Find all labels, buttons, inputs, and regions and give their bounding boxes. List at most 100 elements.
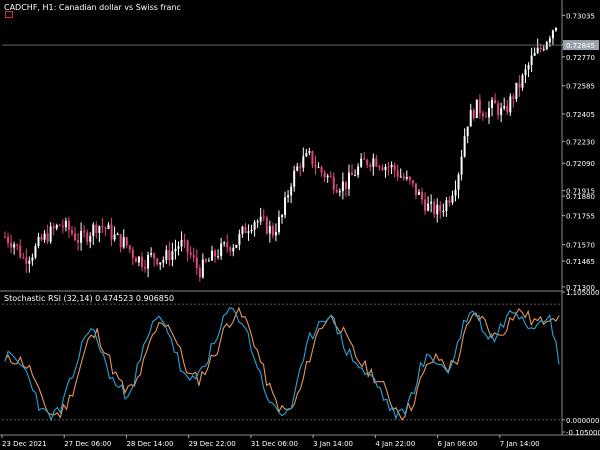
candle-body [107,224,110,229]
candle-body [10,242,13,248]
candle-body [147,254,150,269]
candle-body [259,216,262,222]
candle-body [527,64,530,70]
candle-body [338,191,341,193]
time-label: 6 Jan 06:00 [438,440,478,448]
candle-body [192,255,195,258]
candle-body [320,167,323,173]
indicator-label: 0.000000 [566,417,599,425]
candle-body [457,174,460,190]
candle-body [354,175,357,177]
candle-body [140,256,143,267]
time-label: 31 Dec 06:00 [251,440,298,448]
candle-body [250,229,253,232]
candle-body [61,225,64,228]
candle-body [16,244,19,246]
candle-body [52,226,55,229]
price-label: 0.72770 [566,54,595,62]
candle-body [49,226,52,242]
trading-chart-window[interactable]: 0.730350.728500.727700.725850.724050.722… [0,0,600,450]
candle-body [296,166,299,171]
candle-body [247,231,250,233]
candle-body [119,234,122,248]
candle-body [281,215,283,218]
candle-body [150,253,153,255]
candle-body [34,246,37,258]
candle-body [402,176,405,179]
candle-body [46,233,49,242]
candle-body [174,248,177,252]
candle-body [43,233,46,240]
candle-body [19,245,22,258]
candle-body [491,99,494,108]
price-label: 0.71465 [566,258,595,266]
time-label: 3 Jan 14:00 [313,440,353,448]
stochastic-rsi-lines [2,303,562,422]
candle-body [305,152,308,157]
candle-body [232,247,235,252]
candle-body [500,108,503,115]
candle-body [360,158,363,167]
candle-body [122,237,125,248]
candle-body [518,82,521,88]
candle-body [40,236,43,240]
candle-body [344,181,347,189]
candle-body [83,231,86,233]
candle-body [512,96,515,99]
candle-body [381,167,384,171]
candle-body [67,220,70,231]
candle-body [195,257,198,269]
candle-body [530,55,533,65]
candle-body [186,240,189,253]
candle-body [463,136,466,157]
candle-body [478,99,481,114]
candle-body [466,126,469,137]
candle-body [524,69,527,76]
candle-body [545,42,548,49]
candle-body [293,170,296,187]
candle-body [414,183,417,195]
candle-body [317,167,320,169]
candle-body [536,47,539,54]
candle-body [104,227,107,229]
candle-body [113,234,116,240]
candle-body [110,224,113,240]
candle-body [393,164,396,171]
candle-body [144,266,147,269]
candle-body [481,113,484,117]
candle-body [408,176,411,181]
candle-body [351,172,354,176]
trade-flag-icon[interactable] [5,11,13,18]
candle-body [268,226,271,234]
candle-body [277,217,280,233]
chart-canvas[interactable]: 0.730350.728500.727700.725850.724050.722… [0,0,600,450]
candle-body [326,175,329,178]
candle-body [503,106,506,109]
price-label: 0.71570 [566,242,595,250]
candle-body [448,200,451,203]
indicator-label: 1.105000 [566,289,599,297]
candle-body [165,250,168,261]
candle-body [378,166,381,168]
candle-body [460,156,463,175]
time-label: 28 Dec 14:00 [126,440,173,448]
stoch-k-line [4,307,560,422]
candle-body [299,166,302,168]
candle-body [497,103,500,115]
candle-body [189,252,192,256]
candle-body [265,217,268,234]
price-label: 0.73035 [566,12,595,20]
candle-body [421,192,424,200]
candle-body [366,159,369,165]
candle-body [98,226,101,234]
candle-body [262,216,265,218]
candle-body [290,186,293,196]
candle-body [13,244,16,248]
price-axis: 0.730350.728500.727700.725850.724050.722… [562,12,599,292]
candle-body [411,180,414,184]
candle-body [311,151,314,165]
candle-body [433,201,436,215]
price-candles [2,27,562,282]
candle-body [427,203,430,211]
candle-body [101,226,104,228]
